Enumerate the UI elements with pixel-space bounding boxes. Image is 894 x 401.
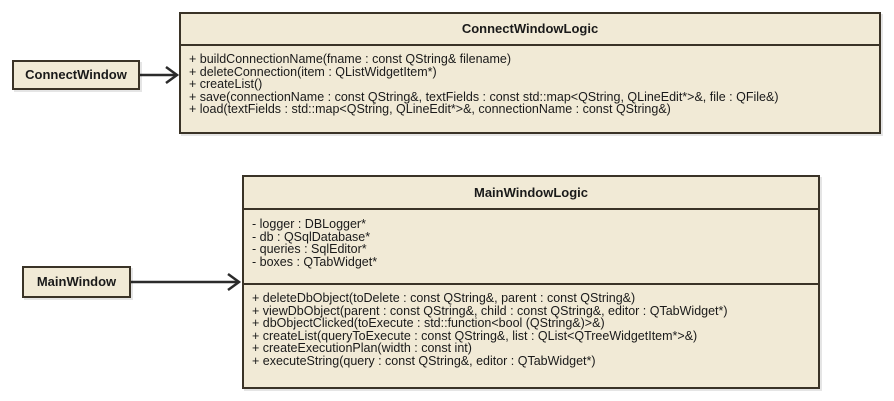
operation: + deleteDbObject(toDelete : const QStrin… xyxy=(252,291,636,305)
operation: + buildConnectionName(fname : const QStr… xyxy=(189,52,512,66)
operation: + createList() xyxy=(189,77,263,92)
operation: + dbObjectClicked(toExecute : std::funct… xyxy=(252,316,605,331)
connect-window-logic-class: ConnectWindowLogic + buildConnectionName… xyxy=(179,12,881,134)
main-window-class: MainWindow xyxy=(22,266,131,298)
main-window-logic-operations: + deleteDbObject(toDelete : const QStrin… xyxy=(244,285,818,370)
main-window-logic-class: MainWindowLogic - logger : DBLogger* - d… xyxy=(242,175,820,389)
connect-window-logic-operations: + buildConnectionName(fname : const QStr… xyxy=(181,46,879,118)
attribute: - boxes : QTabWidget* xyxy=(252,254,378,269)
operation: + deleteConnection(item : QListWidgetIte… xyxy=(189,64,437,79)
attribute: - logger : DBLogger* xyxy=(252,217,366,231)
main-window-logic-attributes: - logger : DBLogger* - db : QSqlDatabase… xyxy=(244,210,818,285)
attribute: - queries : SqlEditor* xyxy=(252,242,367,257)
main-window-logic-title: MainWindowLogic xyxy=(244,177,818,210)
main-window-title: MainWindow xyxy=(36,274,117,289)
connect-window-logic-title: ConnectWindowLogic xyxy=(181,14,879,46)
connect-window-class: ConnectWindow xyxy=(12,60,140,90)
operation: + load(textFields : std::map<QString, QL… xyxy=(189,102,671,117)
operation: + executeString(query : const QString&, … xyxy=(252,353,596,368)
connect-window-title: ConnectWindow xyxy=(25,67,127,82)
